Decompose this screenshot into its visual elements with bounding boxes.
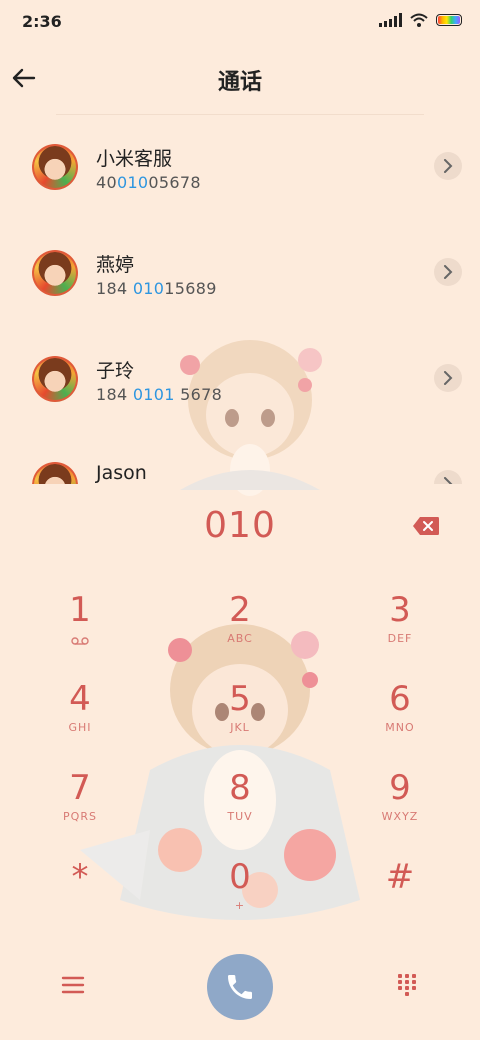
chevron-right-icon [444, 477, 453, 484]
dialpad-toggle-icon[interactable] [398, 974, 416, 998]
chevron-right-icon [444, 265, 453, 279]
contact-item[interactable]: 燕婷 184 01015689 [0, 222, 480, 328]
signal-icon [379, 13, 402, 27]
contact-detail-button[interactable] [434, 152, 462, 180]
phone-icon [228, 975, 252, 999]
status-icons [379, 13, 462, 27]
contact-detail-button[interactable] [434, 258, 462, 286]
contact-avatar [32, 462, 78, 484]
contact-number: 184 0101 5678 [96, 385, 223, 404]
dial-key-5[interactable]: 5 JKL [180, 679, 300, 759]
contact-name: 子玲 [96, 360, 135, 382]
dial-key-7[interactable]: 7 PQRS [20, 768, 140, 848]
app-header: 通话 [0, 52, 480, 108]
call-button[interactable] [207, 954, 273, 1020]
contact-avatar [32, 356, 78, 402]
battery-icon [436, 14, 462, 26]
page-title: 通话 [217, 70, 262, 95]
chevron-right-icon [444, 159, 453, 173]
contact-number: 184 01015689 [96, 279, 217, 298]
contact-item[interactable]: Jason [0, 434, 480, 484]
dial-key-6[interactable]: 6 MNO [340, 679, 460, 759]
backspace-icon[interactable] [412, 516, 440, 536]
contact-name: 小米客服 [96, 148, 173, 170]
header-divider [56, 114, 424, 115]
dial-key-9[interactable]: 9 WXYZ [340, 768, 460, 848]
dial-key-1[interactable]: 1 [20, 590, 140, 670]
dial-key-0[interactable]: 0 + [180, 857, 300, 937]
dial-key-2[interactable]: 2 ABC [180, 590, 300, 670]
chevron-right-icon [444, 371, 453, 385]
dialer-actions [0, 950, 480, 1040]
dial-key-star[interactable]: * [20, 857, 140, 937]
dial-key-4[interactable]: 4 GHI [20, 679, 140, 759]
dial-key-hash[interactable]: # [340, 857, 460, 937]
dial-key-8[interactable]: 8 TUV [180, 768, 300, 848]
wifi-icon [410, 13, 428, 27]
contact-avatar [32, 144, 78, 190]
contact-detail-button[interactable] [434, 470, 462, 484]
contact-avatar [32, 250, 78, 296]
status-bar: 2:36 [0, 0, 480, 44]
voicemail-icon [71, 637, 89, 645]
contact-item[interactable]: 子玲 184 0101 5678 [0, 328, 480, 434]
contact-name: 燕婷 [96, 254, 135, 276]
contact-detail-button[interactable] [434, 364, 462, 392]
contact-results-list: 小米客服 4001005678 燕婷 184 01015689 子玲 184 0… [0, 116, 480, 484]
menu-icon[interactable] [60, 974, 86, 996]
contact-item[interactable]: 小米客服 4001005678 [0, 116, 480, 222]
status-time: 2:36 [22, 12, 62, 31]
dialed-number: 010 [204, 505, 276, 546]
contact-number: 4001005678 [96, 173, 201, 192]
dial-key-3[interactable]: 3 DEF [340, 590, 460, 670]
contact-name: Jason [96, 462, 147, 484]
